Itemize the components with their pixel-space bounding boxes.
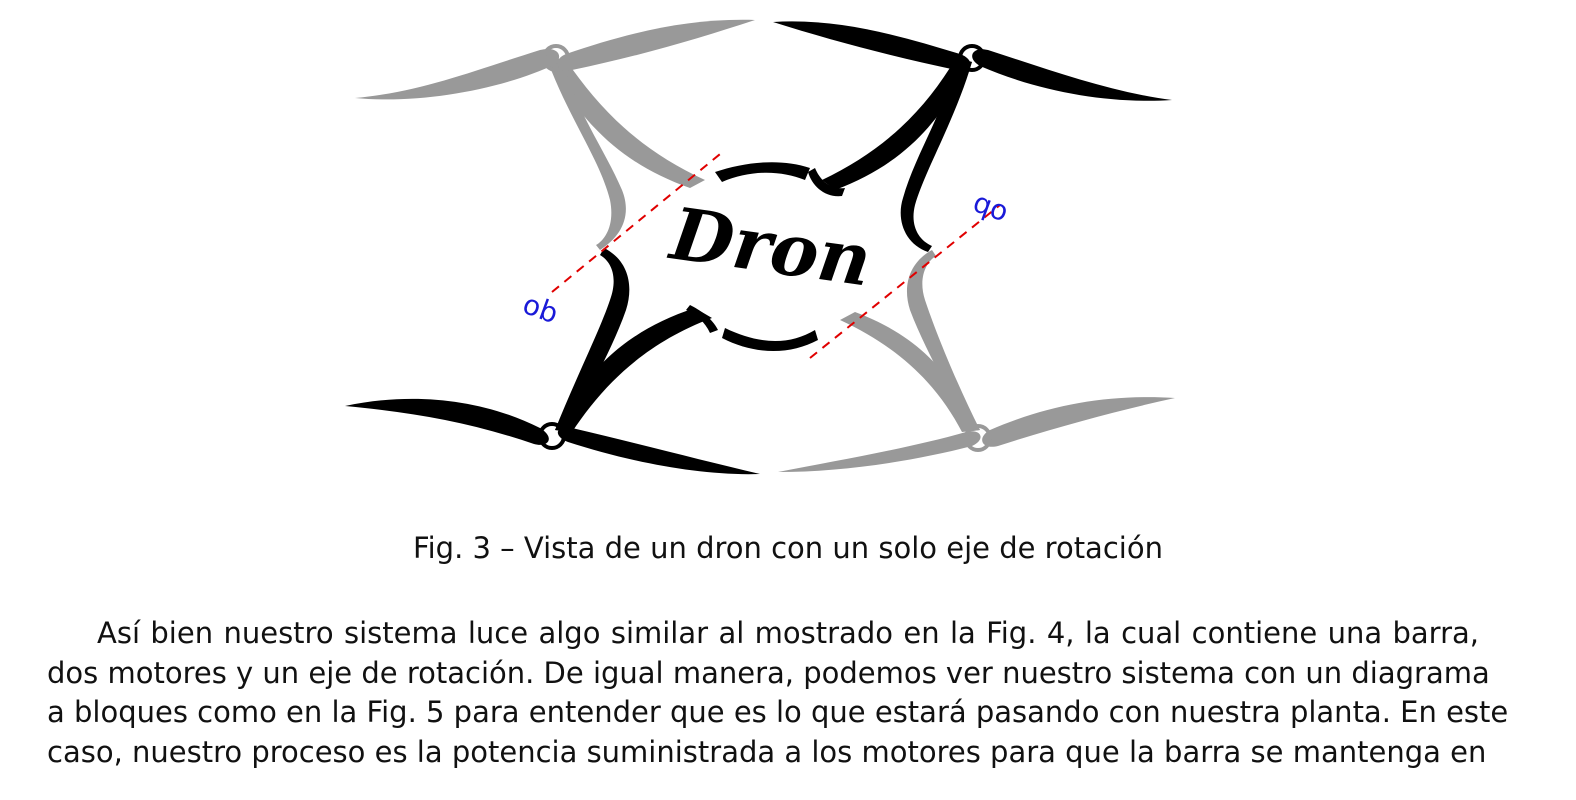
paragraph-line: dos motores y un eje de rotación. De igu…: [47, 655, 1490, 690]
drone-diagram: ob qo Dron: [345, 19, 1175, 475]
paragraph-line: caso, nuestro proceso es la potencia sum…: [47, 734, 1487, 769]
body-accent-top: [715, 162, 810, 182]
paragraph-line: a bloques como en la Fig. 5 para entende…: [47, 695, 1509, 729]
drone-label: Dron: [664, 190, 877, 302]
propeller-bottom-right: [778, 397, 1175, 472]
axis-marker-right: qo: [969, 185, 1013, 228]
drone-figure: ob qo Dron: [0, 0, 1576, 500]
axis-marker-left: ob: [518, 287, 562, 330]
propeller-top-left: [355, 19, 755, 100]
paragraph-line: Así bien nuestro sistema luce algo simil…: [97, 616, 1479, 650]
body-paragraph: Así bien nuestro sistema luce algo simil…: [47, 614, 1509, 772]
figure-caption: Fig. 3 – Vista de un dron con un solo ej…: [413, 531, 1163, 565]
body-accent-bottom: [722, 328, 818, 352]
propeller-bottom-left: [345, 398, 760, 475]
propeller-top-right: [773, 21, 1172, 101]
